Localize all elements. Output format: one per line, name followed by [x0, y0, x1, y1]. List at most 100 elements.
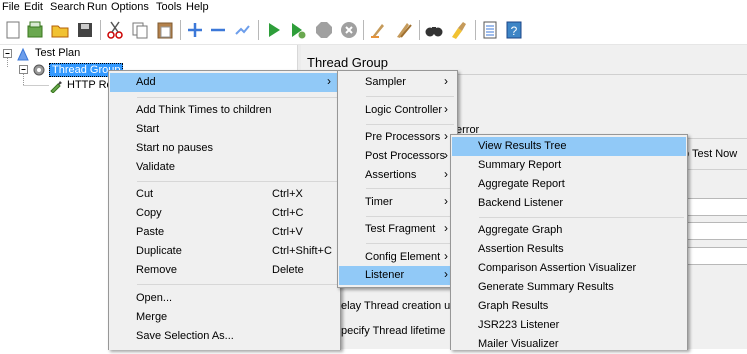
copy-icon[interactable]	[130, 20, 150, 40]
menu-item-test-fragment[interactable]: Test Fragment ›	[339, 220, 456, 239]
context-menu: Add › Add Think Times to children Start S…	[108, 70, 341, 350]
menu-label: Comparison Assertion Visualizer	[478, 262, 637, 274]
menu-item-assertion-results[interactable]: Assertion Results	[452, 240, 686, 259]
search-icon[interactable]	[424, 20, 444, 40]
clear-all-icon[interactable]	[394, 20, 414, 40]
toolbar-separator	[100, 20, 101, 40]
menu-item-copy[interactable]: Copy Ctrl+C	[110, 204, 339, 223]
menu-file[interactable]: File	[2, 1, 20, 13]
menu-item-config-element[interactable]: Config Element ›	[339, 248, 456, 267]
test-plan-icon	[17, 47, 29, 61]
menu-item-comparison-assertion-visualizer[interactable]: Comparison Assertion Visualizer	[452, 259, 686, 278]
menu-label: JSR223 Listener	[478, 319, 560, 331]
menu-label: Pre Processors	[365, 131, 441, 143]
ramp-up-field[interactable]	[685, 222, 747, 240]
menu-label: Paste	[136, 226, 165, 238]
menu-item-mailer-visualizer[interactable]: Mailer Visualizer	[452, 335, 686, 354]
menu-separator	[366, 124, 454, 125]
menubar: File Edit Search Run Options Tools Help	[0, 0, 747, 16]
loop-count-field[interactable]	[685, 247, 747, 265]
menu-options[interactable]: Options	[111, 1, 149, 13]
menu-separator	[366, 188, 454, 189]
menu-search[interactable]: Search	[50, 1, 85, 13]
expand-all-icon[interactable]	[185, 20, 205, 40]
start-no-pauses-icon[interactable]	[288, 20, 308, 40]
chevron-right-icon: ›	[444, 129, 448, 143]
menu-label: Remove	[136, 264, 177, 276]
menu-item-merge[interactable]: Merge	[110, 308, 339, 327]
menu-label: Cut	[136, 188, 154, 200]
menu-item-aggregate-report[interactable]: Aggregate Report	[452, 175, 686, 194]
chevron-right-icon: ›	[444, 102, 448, 116]
menu-label: Start	[136, 123, 160, 135]
menu-item-pre-processors[interactable]: Pre Processors ›	[339, 128, 456, 147]
cut-icon[interactable]	[105, 20, 125, 40]
help-icon[interactable]: ?	[504, 20, 524, 40]
menu-item-duplicate[interactable]: Duplicate Ctrl+Shift+C	[110, 242, 339, 261]
toggle-icon[interactable]	[232, 20, 252, 40]
menu-item-logic-controller[interactable]: Logic Controller ›	[339, 101, 456, 120]
menu-separator	[137, 284, 337, 285]
toolbar: ?	[0, 16, 747, 45]
chevron-right-icon: ›	[327, 74, 331, 88]
menu-help[interactable]: Help	[186, 1, 209, 13]
menu-item-validate[interactable]: Validate	[110, 158, 339, 177]
menu-item-view-results-tree[interactable]: View Results Tree	[452, 137, 686, 156]
tree-node-test-plan[interactable]: Test Plan	[35, 47, 80, 59]
function-helper-icon[interactable]	[480, 20, 500, 40]
chevron-right-icon: ›	[444, 74, 448, 88]
menu-item-aggregate-graph[interactable]: Aggregate Graph	[452, 221, 686, 240]
menu-item-paste[interactable]: Paste Ctrl+V	[110, 223, 339, 242]
menu-item-start-no-pauses[interactable]: Start no pauses	[110, 139, 339, 158]
menu-item-jsr223-listener[interactable]: JSR223 Listener	[452, 316, 686, 335]
number-of-threads-field[interactable]	[685, 198, 747, 216]
svg-text:?: ?	[511, 24, 518, 38]
chevron-right-icon: ›	[444, 167, 448, 181]
menu-item-post-processors[interactable]: Post Processors ›	[339, 147, 456, 166]
toolbar-separator	[363, 20, 364, 40]
menu-tools[interactable]: Tools	[156, 1, 182, 13]
menu-shortcut: Ctrl+X	[272, 188, 303, 200]
collapse-all-icon[interactable]	[208, 20, 228, 40]
shutdown-icon	[341, 22, 357, 38]
menu-label: Aggregate Graph	[478, 224, 563, 236]
templates-icon[interactable]	[25, 20, 45, 40]
menu-run[interactable]: Run	[87, 1, 107, 13]
chevron-right-icon: ›	[444, 194, 448, 208]
menu-item-listener[interactable]: Listener ›	[339, 266, 456, 285]
reset-search-icon[interactable]	[449, 20, 469, 40]
listener-submenu: View Results Tree Summary Report Aggrega…	[450, 134, 688, 350]
menu-item-generate-summary-results[interactable]: Generate Summary Results	[452, 278, 686, 297]
menu-item-cut[interactable]: Cut Ctrl+X	[110, 185, 339, 204]
menu-item-graph-results[interactable]: Graph Results	[452, 297, 686, 316]
menu-item-sampler[interactable]: Sampler ›	[339, 73, 456, 92]
menu-shortcut: Delete	[272, 264, 304, 276]
menu-item-save-selection[interactable]: Save Selection As...	[110, 327, 339, 346]
menu-item-backend-listener[interactable]: Backend Listener	[452, 194, 686, 213]
new-file-icon[interactable]	[3, 20, 23, 40]
menu-item-start[interactable]: Start	[110, 120, 339, 139]
menu-item-open[interactable]: Open...	[110, 289, 339, 308]
menu-item-add-think-times[interactable]: Add Think Times to children	[110, 101, 339, 120]
start-icon[interactable]	[264, 20, 284, 40]
save-icon[interactable]	[75, 20, 95, 40]
toolbar-separator	[419, 20, 420, 40]
panel-title: Thread Group	[307, 55, 388, 70]
menu-label: Config Element	[365, 251, 441, 263]
menu-item-add[interactable]: Add ›	[110, 73, 339, 92]
menu-item-remove[interactable]: Remove Delete	[110, 261, 339, 280]
chevron-right-icon: ›	[444, 249, 448, 263]
menu-label: View Results Tree	[478, 140, 567, 152]
panel-area	[631, 76, 747, 116]
menu-label: Merge	[136, 311, 168, 323]
menu-item-timer[interactable]: Timer ›	[339, 193, 456, 212]
open-folder-icon[interactable]	[50, 20, 70, 40]
menu-label: Summary Report	[478, 159, 562, 171]
menu-separator	[366, 96, 454, 97]
clear-icon[interactable]	[368, 20, 388, 40]
paste-icon[interactable]	[155, 20, 175, 40]
menu-item-summary-report[interactable]: Summary Report	[452, 156, 686, 175]
menu-edit[interactable]: Edit	[24, 1, 43, 13]
menu-item-assertions[interactable]: Assertions ›	[339, 166, 456, 185]
menu-shortcut: Ctrl+V	[272, 226, 303, 238]
